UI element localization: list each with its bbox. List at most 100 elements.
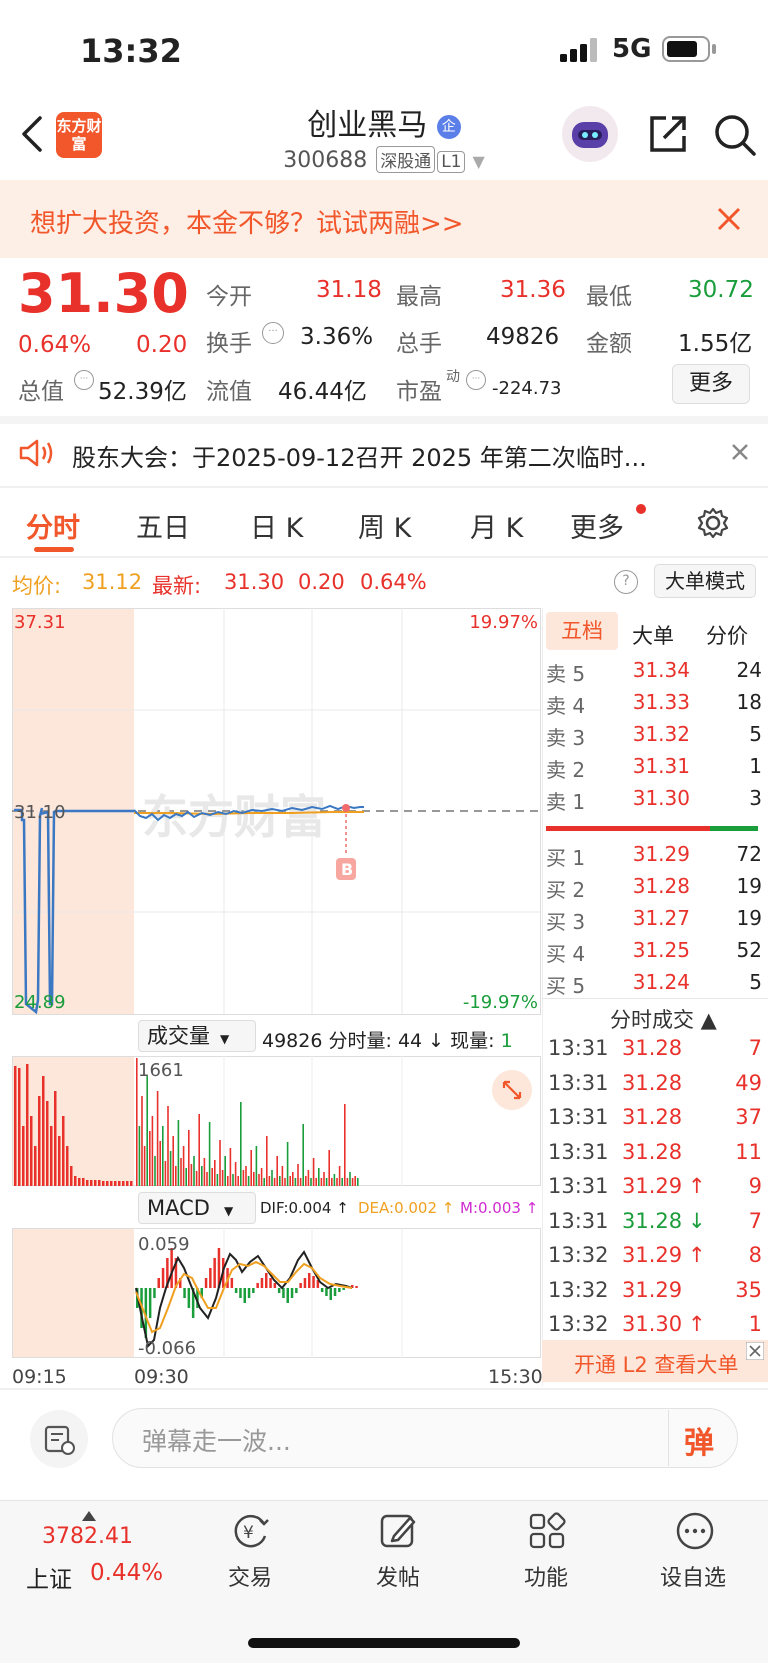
amount-value: 1.55亿 — [678, 331, 753, 357]
volume-bar — [182, 1146, 185, 1186]
macd-chart[interactable]: 0.059 -0.066 — [12, 1228, 542, 1362]
macd-bar — [153, 1288, 156, 1298]
volume-bar — [338, 1166, 341, 1186]
volume-now: 1 — [500, 1030, 513, 1052]
macd-bar — [273, 1283, 277, 1288]
volume-bar — [328, 1150, 330, 1186]
tab-weekly-k[interactable]: 周 K — [358, 506, 411, 545]
bid-volume: 72 — [736, 842, 762, 866]
macd-bar — [269, 1278, 272, 1288]
volume-bar — [172, 1136, 174, 1186]
ob-tab-price[interactable]: 分价 — [706, 620, 748, 650]
trade-time: 13:31 — [548, 1208, 609, 1233]
svg-text:B: B — [341, 860, 353, 879]
volume-minute-label: 分时量: — [328, 1030, 392, 1052]
ask-price: 31.34 — [632, 658, 690, 682]
help-icon[interactable]: ? — [614, 570, 638, 594]
volume-bar — [247, 1176, 250, 1186]
ob-tab-five[interactable]: 五档 — [546, 612, 618, 650]
trade-volume: 7 — [748, 1036, 762, 1060]
l2-banner-text[interactable]: 开通 L2 查看大单 — [574, 1349, 738, 1379]
volume-bar — [38, 1096, 41, 1186]
index-pct[interactable]: 0.44% — [90, 1560, 163, 1586]
volume-bar — [229, 1148, 232, 1186]
macd-bar — [325, 1288, 328, 1296]
macd-indicator-select[interactable]: MACD ▼ — [138, 1192, 256, 1224]
close-icon[interactable] — [716, 206, 742, 232]
bid-price: 31.25 — [632, 938, 690, 962]
trade-time: 13:32 — [548, 1277, 609, 1302]
nav-post[interactable]: 发帖 — [376, 1560, 420, 1592]
tab-five-day[interactable]: 五日 — [136, 506, 190, 545]
info-icon[interactable]: ··· — [466, 370, 486, 390]
ask-volume: 1 — [749, 754, 762, 778]
post-icon[interactable] — [378, 1510, 420, 1552]
volume-bar — [141, 1096, 143, 1186]
info-icon[interactable]: ··· — [262, 322, 284, 344]
macd-bar — [308, 1273, 311, 1288]
volume-bar — [46, 1101, 49, 1186]
index-name[interactable]: 上证 — [26, 1560, 72, 1594]
settings-icon[interactable] — [696, 506, 730, 540]
notice-text[interactable]: 股东大会：于2025-09-12召开 2025 年第二次临时... — [72, 438, 647, 473]
divider — [668, 1410, 669, 1466]
macd-bar — [157, 1278, 160, 1288]
volume-bar — [136, 1058, 138, 1186]
add-watchlist-icon[interactable] — [674, 1510, 716, 1552]
macd-bar — [260, 1278, 264, 1288]
danmu-settings-icon[interactable] — [30, 1410, 88, 1468]
enterprise-badge: 企 — [436, 114, 461, 139]
trade-volume: 8 — [748, 1243, 762, 1267]
bid-label: 买 2 — [546, 878, 586, 902]
trades-header[interactable]: 分时成交 ▲ — [610, 1004, 717, 1034]
function-icon[interactable] — [526, 1510, 568, 1552]
volume-bar — [193, 1156, 195, 1186]
volume-bar — [102, 1181, 105, 1186]
ob-tab-big[interactable]: 大单 — [632, 620, 674, 650]
tab-intraday[interactable]: 分时 — [26, 506, 80, 545]
trade-icon[interactable]: ¥ — [230, 1510, 272, 1552]
search-icon[interactable] — [712, 112, 758, 158]
dropdown-icon[interactable]: ▼ — [472, 152, 484, 171]
big-order-mode-button[interactable]: 大单模式 — [654, 564, 756, 598]
volume-bar — [302, 1124, 304, 1186]
macd-bar — [204, 1278, 208, 1288]
divider — [0, 486, 768, 488]
volume-bar — [273, 1178, 276, 1186]
more-button[interactable]: 更多 — [672, 364, 750, 404]
robot-avatar-icon[interactable] — [562, 106, 618, 162]
dea-value: DEA:0.002 ↑ — [358, 1199, 455, 1217]
trade-time: 13:31 — [548, 1036, 609, 1060]
danmu-send-button[interactable]: 弹 — [684, 1418, 714, 1462]
macd-bar — [213, 1258, 216, 1288]
index-value[interactable]: 3782.41 — [42, 1524, 133, 1549]
low-value: 30.72 — [688, 277, 754, 303]
speaker-icon — [18, 437, 56, 469]
change-amount: 0.20 — [136, 332, 188, 358]
volume-chart[interactable]: 1661 — [12, 1056, 542, 1188]
close-icon[interactable] — [730, 442, 750, 462]
tab-more[interactable]: 更多 — [570, 506, 624, 545]
bottom-pct-label: -19.97% — [463, 992, 538, 1013]
info-icon[interactable]: ··· — [74, 370, 94, 390]
nav-trade[interactable]: 交易 — [228, 1560, 272, 1592]
volume-bar — [14, 1066, 17, 1186]
volume-bar — [162, 1126, 164, 1186]
top-price-label: 37.31 — [14, 612, 66, 633]
close-icon[interactable] — [745, 1341, 765, 1361]
volume-indicator-select[interactable]: 成交量 ▼ — [138, 1020, 256, 1052]
tab-daily-k[interactable]: 日 K — [250, 506, 303, 545]
volume-bar — [167, 1106, 169, 1186]
danmu-placeholder[interactable]: 弹幕走一波... — [142, 1422, 291, 1458]
macd-bar — [329, 1288, 332, 1300]
promo-banner-text[interactable]: 想扩大投资，本金不够？试试两融>> — [30, 203, 464, 240]
tab-monthly-k[interactable]: 月 K — [470, 506, 523, 545]
nav-add-watchlist[interactable]: 设自选 — [660, 1560, 726, 1592]
price-chart[interactable]: 东方财富 B 37.31 19.97% 31.10 24.89 -19.97% — [12, 608, 542, 1018]
expand-icon[interactable] — [492, 1070, 532, 1110]
notification-dot — [636, 504, 646, 514]
share-icon[interactable] — [646, 112, 690, 156]
stock-code: 300688 — [283, 148, 368, 173]
volume-bar — [185, 1168, 187, 1186]
nav-function[interactable]: 功能 — [524, 1560, 568, 1592]
